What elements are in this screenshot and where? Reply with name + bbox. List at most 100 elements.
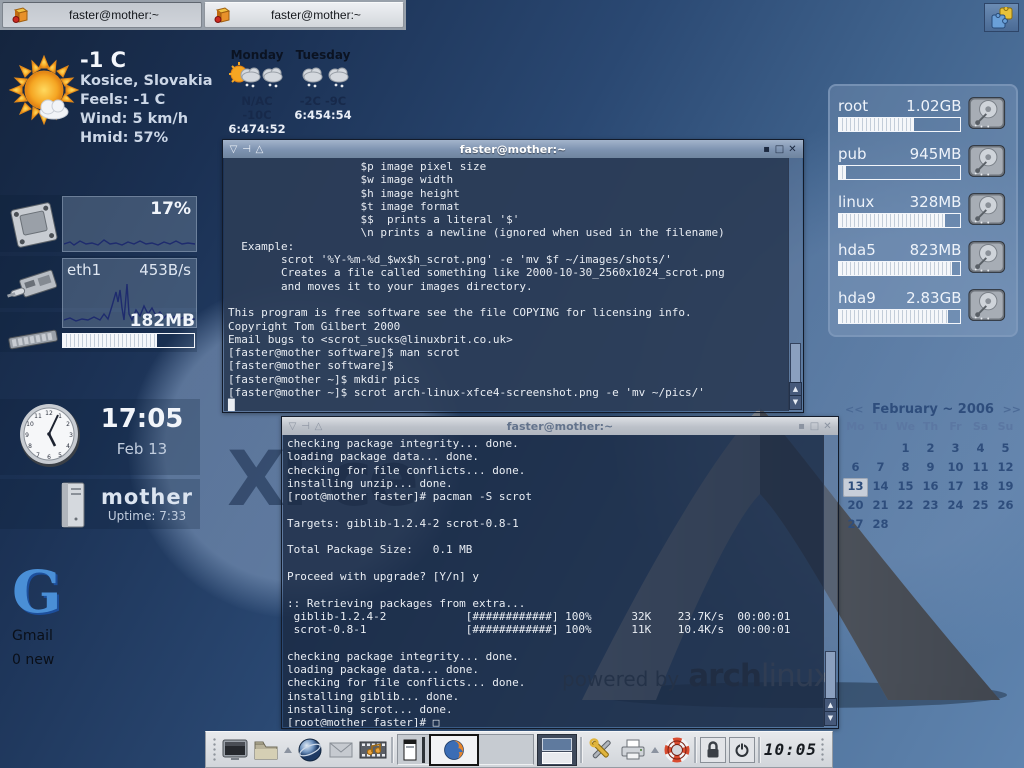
scroll-down-button[interactable]: ▼	[824, 711, 837, 726]
launcher-popup-arrow[interactable]	[650, 746, 660, 754]
calendar-date-cell[interactable]: 26	[993, 497, 1018, 516]
workspace-switcher[interactable]	[537, 734, 577, 766]
folder-icon	[252, 737, 280, 763]
calendar-date-cell[interactable]: 3	[943, 440, 968, 459]
calendar-day-header: Mo	[843, 420, 868, 440]
calendar-next-button[interactable]: >>	[1003, 403, 1021, 416]
package-icon	[11, 6, 29, 24]
window-stick-icon[interactable]: ⊣	[240, 144, 253, 155]
scrollbar[interactable]: ▲ ▼	[823, 435, 837, 727]
calendar-day-header: Fr	[943, 420, 968, 440]
help-launcher[interactable]	[663, 736, 691, 764]
gmail-widget: G Gmail 0 new	[12, 558, 62, 668]
mail-launcher[interactable]	[327, 739, 355, 761]
firefox-window-icon[interactable]	[429, 734, 479, 766]
svg-text:6: 6	[47, 454, 51, 461]
cpu-monitor: 17%	[62, 196, 197, 252]
task-button-terminal2[interactable]: faster@mother:~	[204, 2, 404, 28]
window-title: faster@mother:~	[266, 143, 760, 156]
window-stick-icon[interactable]: ⊣	[299, 421, 312, 432]
cpu-graph	[64, 228, 195, 250]
panel-clock[interactable]: 10:05	[764, 740, 817, 759]
panel-grip[interactable]	[820, 737, 826, 763]
maximize-button[interactable]: □	[808, 421, 821, 432]
disk-size: 1.02GB	[906, 97, 961, 115]
calendar-date-cell[interactable]: 14	[868, 478, 893, 497]
calendar-date-cell[interactable]: 17	[943, 478, 968, 497]
power-button[interactable]	[729, 737, 755, 763]
calendar-date-cell[interactable]: 18	[968, 478, 993, 497]
snow-clouds-icon	[295, 62, 351, 90]
disk-name: hda5	[838, 241, 876, 259]
calendar-date-cell[interactable]: 27	[843, 516, 868, 535]
launcher-popup-arrow[interactable]	[283, 746, 293, 754]
media-launcher[interactable]	[358, 737, 388, 763]
window-list-icon[interactable]	[402, 739, 418, 761]
calendar-date-cell[interactable]: 11	[968, 459, 993, 478]
forecast-sunrise-sunset: 6:474:52	[226, 122, 288, 136]
calendar-date-cell[interactable]: 20	[843, 497, 868, 516]
workspace-2[interactable]	[542, 752, 572, 764]
clock-date: Feb 13	[92, 440, 192, 458]
scrollbar-thumb[interactable]	[825, 651, 836, 699]
calendar-date-cell[interactable]: 9	[918, 459, 943, 478]
calendar-prev-button[interactable]: <<	[845, 403, 863, 416]
calendar-date-cell[interactable]: 25	[968, 497, 993, 516]
calendar-date-cell[interactable]: 15	[893, 478, 918, 497]
close-button[interactable]: ✕	[786, 144, 799, 155]
window-menu-icon[interactable]: ▽	[286, 421, 299, 432]
terminal-launcher[interactable]	[221, 737, 249, 763]
calendar-date-cell[interactable]: 4	[968, 440, 993, 459]
terminal-content[interactable]: checking package integrity... done. load…	[283, 435, 824, 727]
task-button-terminal1[interactable]: faster@mother:~	[2, 2, 202, 28]
calendar-date-cell[interactable]: 19	[993, 478, 1018, 497]
window-shade-icon[interactable]: △	[253, 144, 266, 155]
disk-size: 2.83GB	[906, 289, 961, 307]
calendar-date-cell[interactable]: 5	[993, 440, 1018, 459]
forecast-day-monday: Monday N/AC -10C 6:474:52	[226, 48, 288, 136]
forecast-temps: -2C -9C	[292, 94, 354, 108]
maximize-button[interactable]: □	[773, 144, 786, 155]
tools-icon	[586, 736, 616, 764]
window-titlebar[interactable]: ▽ ⊣ △ faster@mother:~ ▪ □ ✕	[223, 140, 803, 158]
close-button[interactable]: ✕	[821, 421, 834, 432]
calendar-date-cell[interactable]: 7	[868, 459, 893, 478]
file-manager-launcher[interactable]	[252, 737, 280, 763]
lock-screen-button[interactable]	[700, 737, 726, 763]
calendar-date-cell[interactable]: 21	[868, 497, 893, 516]
calendar-date-cell[interactable]: 8	[893, 459, 918, 478]
calendar-date-cell[interactable]: 23	[918, 497, 943, 516]
svg-text:11: 11	[34, 413, 42, 420]
window-titlebar[interactable]: ▽ ⊣ △ faster@mother:~ ▪ □ ✕	[282, 417, 838, 435]
bottom-panel: 10:05	[205, 731, 833, 768]
puzzle-tray-icon[interactable]	[990, 7, 1014, 29]
calendar-date-cell[interactable]: 2	[918, 440, 943, 459]
terminal-content[interactable]: $p image pixel size $w image width $h im…	[224, 158, 789, 411]
calendar-date-cell[interactable]: 16	[918, 478, 943, 497]
calendar-date-cell	[968, 516, 993, 535]
minimize-button[interactable]: ▪	[795, 421, 808, 432]
system-tray	[984, 3, 1019, 32]
calendar-date-cell[interactable]: 22	[893, 497, 918, 516]
scroll-down-button[interactable]: ▼	[789, 395, 802, 410]
calendar-date-cell[interactable]: 1	[893, 440, 918, 459]
scrollbar[interactable]: ▲ ▼	[788, 158, 802, 411]
calendar-date-cell[interactable]: 24	[943, 497, 968, 516]
workspace-1-active[interactable]	[542, 738, 572, 751]
window-menu-icon[interactable]: ▽	[227, 144, 240, 155]
calendar-today-cell[interactable]: 13	[843, 478, 868, 497]
disk-panel-rows: root1.02GB pub945MB linux328MB hda5823MB	[838, 93, 1008, 324]
web-browser-launcher[interactable]	[296, 736, 324, 764]
calendar-date-cell[interactable]: 12	[993, 459, 1018, 478]
window-shade-icon[interactable]: △	[312, 421, 325, 432]
print-launcher[interactable]	[619, 737, 647, 763]
disk-name: pub	[838, 145, 867, 163]
settings-launcher[interactable]	[586, 736, 616, 764]
calendar-date-cell[interactable]: 28	[868, 516, 893, 535]
calendar-date-cell[interactable]: 6	[843, 459, 868, 478]
calendar-date-cell[interactable]: 10	[943, 459, 968, 478]
panel-grip[interactable]	[212, 737, 218, 763]
minimize-button[interactable]: ▪	[760, 144, 773, 155]
iconbox	[397, 734, 534, 765]
scrollbar-thumb[interactable]	[790, 343, 801, 383]
